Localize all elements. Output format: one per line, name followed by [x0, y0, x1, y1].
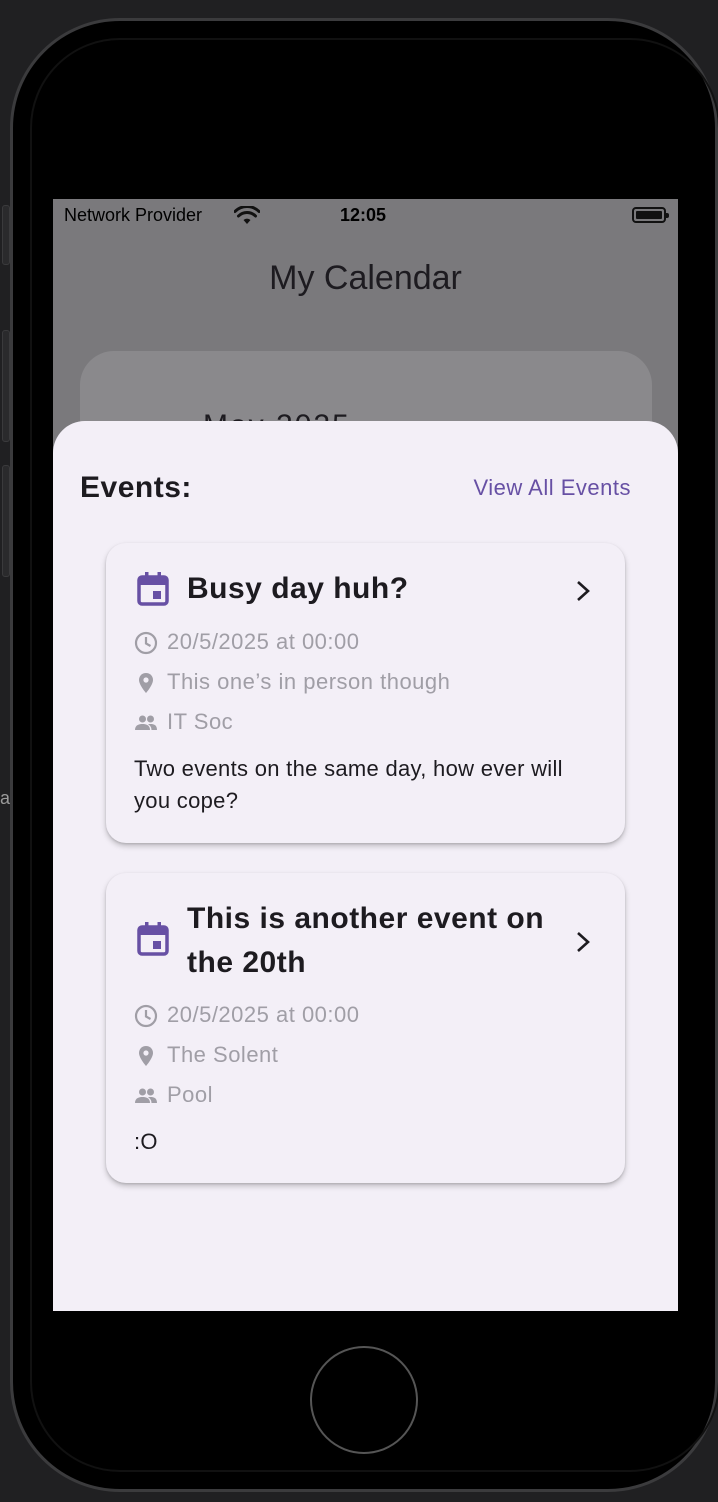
simulator-side-control	[2, 205, 10, 265]
location-pin-icon	[139, 1046, 153, 1066]
clock-icon	[134, 1004, 158, 1028]
simulator-side-control	[2, 330, 10, 442]
view-all-events-button[interactable]: View All Events	[473, 475, 631, 501]
events-heading: Events:	[80, 471, 192, 504]
event-description: Two events on the same day, how ever wil…	[134, 756, 563, 813]
clock-icon	[134, 631, 158, 655]
people-icon	[135, 1088, 157, 1103]
event-society: Pool	[167, 1082, 214, 1107]
chevron-right-icon[interactable]	[573, 930, 593, 954]
location-pin-icon	[139, 673, 153, 693]
people-icon	[135, 715, 157, 730]
status-time: 12:05	[340, 205, 387, 225]
event-title: Busy day huh?	[187, 572, 409, 605]
battery-icon	[632, 207, 669, 223]
calendar-icon	[137, 572, 169, 606]
event-location: This one’s in person though	[167, 669, 451, 694]
event-card[interactable]: This is another event on the 20th 20/5/2…	[106, 873, 625, 1183]
event-card[interactable]: Busy day huh? 20/5/2025 at 00:00 This on…	[106, 543, 625, 843]
wifi-icon	[234, 206, 260, 224]
clipped-side-text: a	[0, 788, 11, 808]
phone-screen: Network Provider 12:05 My Calendar May 2…	[53, 199, 678, 1311]
calendar-icon	[137, 922, 169, 956]
event-location: The Solent	[167, 1042, 279, 1067]
simulator-side-control	[2, 465, 10, 577]
events-bottom-sheet: Events: View All Events Busy day huh? 20…	[53, 421, 678, 1311]
event-datetime: 20/5/2025 at 00:00	[167, 1002, 360, 1027]
chevron-right-icon[interactable]	[573, 579, 593, 603]
event-title: This is another event on the 20th	[187, 902, 545, 979]
event-society: IT Soc	[167, 709, 234, 734]
event-description: :O	[134, 1129, 158, 1154]
status-bar: Network Provider 12:05	[53, 199, 678, 233]
event-datetime: 20/5/2025 at 00:00	[167, 629, 360, 654]
page-title: My Calendar	[269, 259, 462, 297]
home-button[interactable]	[310, 1346, 418, 1454]
carrier-label: Network Provider	[64, 205, 203, 225]
